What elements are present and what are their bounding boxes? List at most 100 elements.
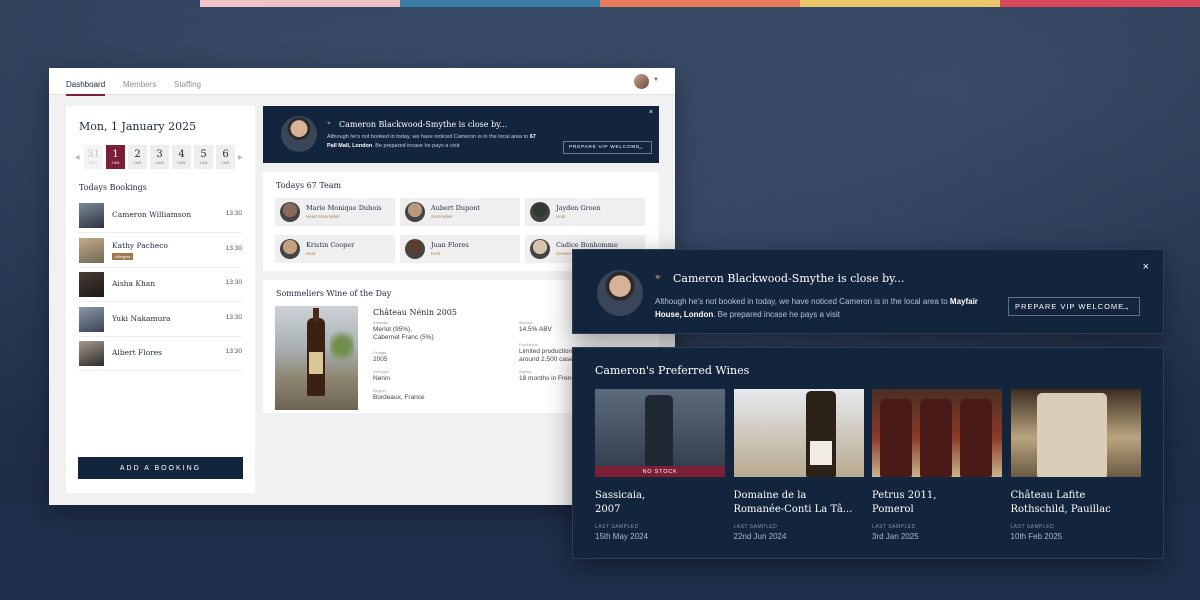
guest-name: Cameron Williamson — [112, 210, 192, 219]
day-month: JAN — [155, 160, 164, 165]
vip-description: Although he's not booked in today, we ha… — [327, 134, 536, 149]
top-nav: Dashboard Members Staffing ▼ — [49, 68, 675, 96]
vip-alert-large: ⌖ Cameron Blackwood-Smythe is close by..… — [572, 249, 1164, 334]
day-3[interactable]: 3 JAN — [150, 145, 169, 169]
guest-name: Albert Flores — [112, 348, 163, 358]
day-1[interactable]: 1 JAN — [106, 145, 125, 169]
chevron-left-icon[interactable]: ◀ — [75, 154, 81, 161]
wine-image — [733, 389, 864, 477]
team-member-card[interactable]: Aubert Dupont Sommelier — [400, 198, 520, 226]
member-name: Jayden Green — [556, 204, 601, 212]
team-member-card[interactable]: Jayden Green Host — [525, 198, 645, 226]
last-sampled-label: LAST SAMPLED — [595, 524, 639, 530]
bookings-panel: Mon, 1 January 2025 ◀ 31 DEC 1 JAN 2 JAN 3 JAN 4… — [66, 106, 255, 493]
day-month: JAN — [177, 160, 186, 165]
close-icon[interactable]: × — [649, 109, 653, 116]
member-name: Kristin Cooper — [306, 241, 355, 249]
booking-time: 13:30 — [225, 348, 242, 356]
tab-staffing[interactable]: Staffing — [174, 80, 201, 89]
prepare-vip-welcome-button[interactable]: PREPARE VIP WELCOME → — [563, 141, 652, 154]
booking-row[interactable]: Yuki Nakamura 13:30 — [79, 303, 242, 337]
member-name: Marie Monique Dubois — [306, 204, 382, 212]
wine-image — [872, 389, 1002, 477]
wine-name: Sassicaia, 2007 — [595, 490, 646, 515]
day-5[interactable]: 5 JAN — [194, 145, 213, 169]
member-photo — [280, 239, 300, 259]
day-2[interactable]: 2 JAN — [128, 145, 147, 169]
close-icon[interactable]: × — [1143, 261, 1149, 273]
wine-image: NO STOCK — [595, 389, 725, 477]
preferred-wine-card[interactable]: Petrus 2011, Pomerol LAST SAMPLED 3rd Jan … — [872, 389, 1002, 541]
guest-photo — [79, 306, 104, 332]
day-6[interactable]: 6 JAN — [216, 145, 235, 169]
day-month: DEC — [88, 160, 99, 165]
vip-title: Cameron Blackwood-Smythe is close by... — [673, 272, 905, 285]
member-role: Host — [556, 214, 566, 219]
user-avatar[interactable] — [634, 74, 649, 89]
date-title: Mon, 1 January 2025 — [79, 120, 197, 133]
member-role: Greeter — [556, 251, 572, 256]
guest-name: Aisha Khan — [112, 279, 156, 289]
booking-row[interactable]: Cameron Williamson 13:30 — [79, 199, 242, 233]
day-4[interactable]: 4 JAN — [172, 145, 191, 169]
team-member-card[interactable]: Kristin Cooper Host — [275, 235, 395, 263]
member-photo — [280, 202, 300, 222]
team-member-card[interactable]: Juan Flores Host — [400, 235, 520, 263]
booking-row[interactable]: Kathy Pacheco Allergies 13:30 — [79, 234, 242, 268]
member-name: Aubert Dupont — [431, 204, 480, 212]
member-photo — [405, 202, 425, 222]
member-role: Head Sommelier — [306, 214, 340, 219]
wine-name: Domaine de la Romanée-Conti La Tâ... — [733, 490, 853, 515]
day-picker: ◀ 31 DEC 1 JAN 2 JAN 3 JAN 4 JAN 5 JAN 6 JAN ▶ — [75, 145, 244, 169]
wine-field-value: 14.5% ABV — [519, 326, 552, 333]
day-0[interactable]: 31 DEC — [84, 145, 103, 169]
arrow-right-icon: → — [1121, 301, 1131, 312]
preferred-wines-panel: Cameron's Preferred Wines NO STOCK Sassic… — [572, 347, 1164, 559]
vip-avatar — [597, 270, 643, 316]
wine-image — [1010, 389, 1141, 477]
booking-row[interactable]: Aisha Khan 13:30 — [79, 268, 242, 303]
bookings-title: Todays Bookings — [79, 183, 147, 192]
prepare-vip-welcome-button[interactable]: PREPARE VIP WELCOME → — [1008, 297, 1140, 316]
wine-field-label: Region — [373, 388, 386, 393]
day-month: JAN — [111, 160, 120, 165]
wine-name: Petrus 2011, Pomerol — [872, 490, 937, 515]
preferred-wine-card[interactable]: Château Lafite Rothschild, Pauillac LAST … — [1010, 389, 1141, 541]
last-sampled-label: LAST SAMPLED — [733, 524, 778, 530]
booking-row[interactable]: Albert Flores 13:30 — [79, 337, 242, 372]
day-month: JAN — [133, 160, 142, 165]
preferred-wine-card[interactable]: Domaine de la Romanée-Conti La Tâ... LAST… — [733, 389, 864, 541]
wine-field-label: Varietals — [373, 320, 389, 325]
no-stock-badge: NO STOCK — [595, 466, 725, 477]
wine-field-label: Vineyard — [373, 369, 389, 374]
day-month: JAN — [221, 160, 230, 165]
wine-field-value: Merlot (95%), Cabernet Franc (5%) — [373, 326, 434, 341]
brand-stripe — [200, 0, 1200, 7]
booking-time: 13:30 — [225, 279, 242, 287]
guest-photo — [79, 203, 104, 228]
member-role: Host — [431, 251, 441, 256]
wine-field-label: Production — [519, 342, 539, 347]
member-photo — [530, 202, 550, 222]
guest-photo — [79, 341, 104, 367]
add-booking-button[interactable]: ADD A BOOKING — [78, 457, 243, 479]
booking-time: 13:30 — [225, 313, 242, 321]
member-photo — [405, 239, 425, 259]
booking-time: 13:30 — [225, 210, 242, 217]
wine-photo — [275, 306, 358, 410]
chevron-down-icon[interactable]: ▼ — [653, 77, 659, 83]
last-sampled-label: LAST SAMPLED — [1010, 524, 1055, 530]
tab-dashboard[interactable]: Dashboard — [66, 80, 106, 96]
day-number: 5 — [200, 149, 207, 160]
last-sampled-date: 22nd Jun 2024 — [733, 532, 787, 541]
day-number: 4 — [178, 149, 185, 160]
last-sampled-date: 10th Feb 2025 — [1010, 532, 1063, 541]
chevron-right-icon[interactable]: ▶ — [238, 154, 244, 161]
team-member-card[interactable]: Marie Monique Dubois Head Sommelier — [275, 198, 395, 226]
preferred-wine-card[interactable]: NO STOCK Sassicaia, 2007 LAST SAMPLED 15th … — [595, 389, 725, 541]
wine-name: Château Nénin 2005 — [373, 308, 457, 317]
tab-members[interactable]: Members — [123, 80, 156, 89]
guest-name: Kathy Pacheco — [112, 240, 168, 250]
guest-tag: Allergies — [112, 252, 134, 260]
last-sampled-date: 15th May 2024 — [595, 532, 648, 541]
